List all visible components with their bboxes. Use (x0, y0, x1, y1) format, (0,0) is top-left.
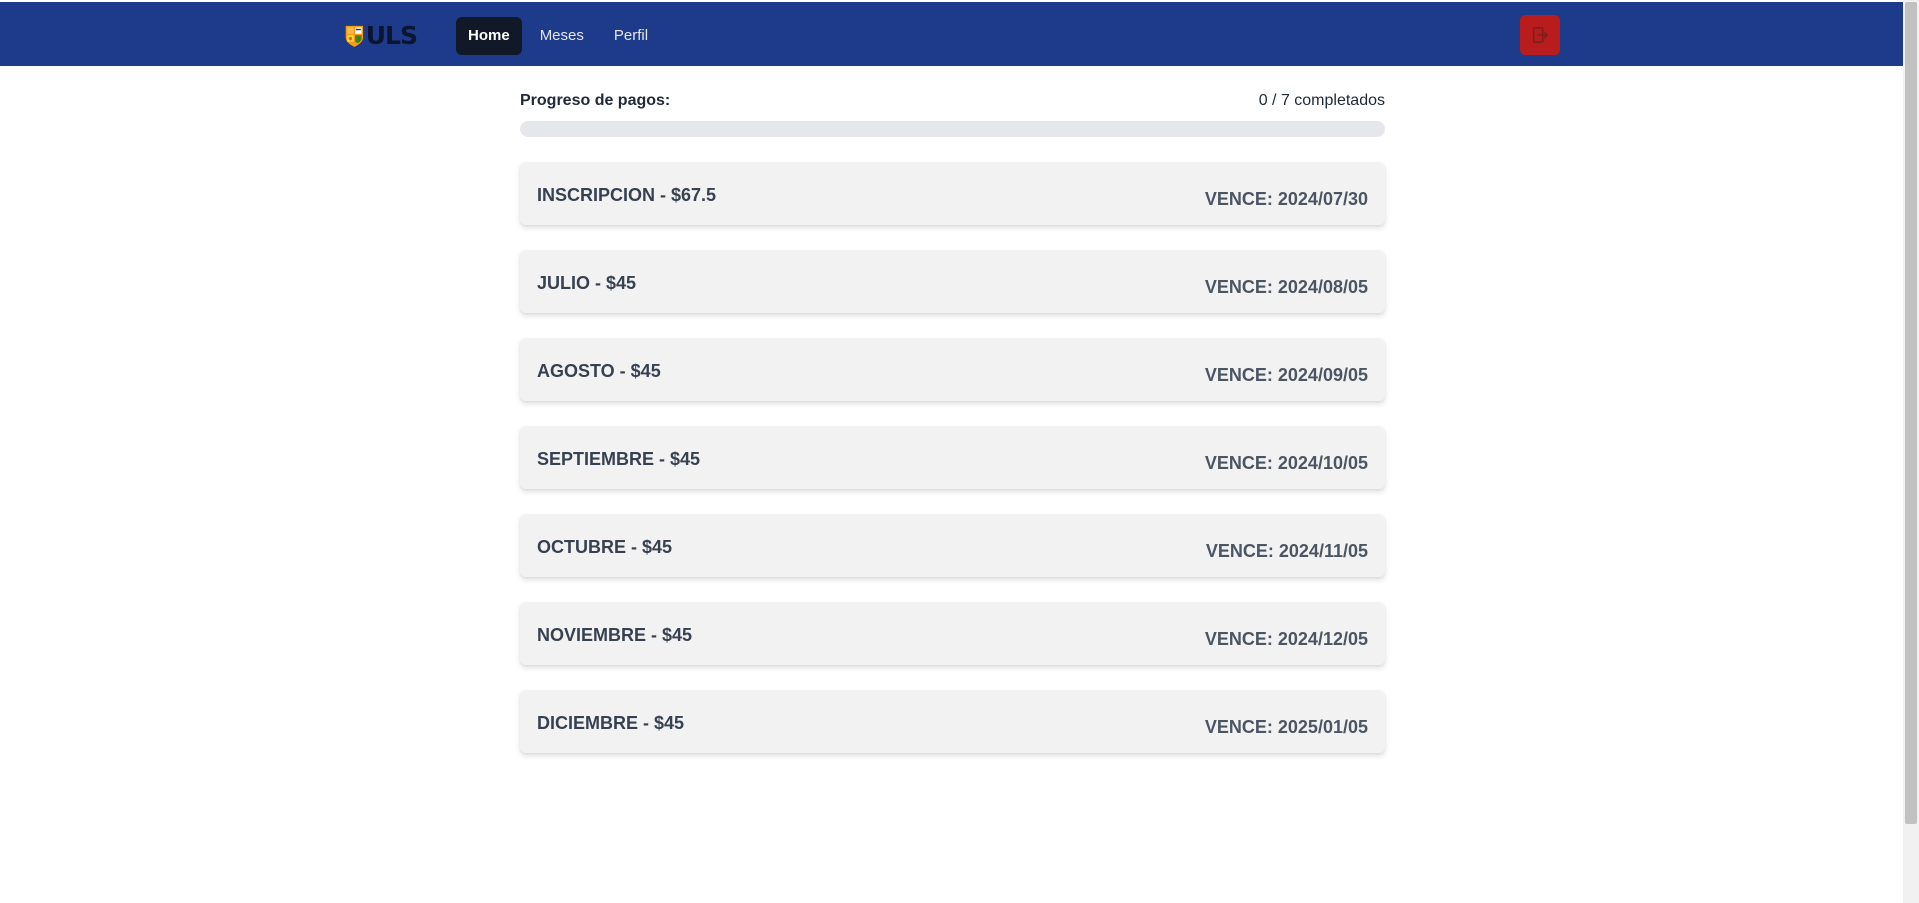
uls-logo[interactable]: ULS (345, 20, 418, 52)
logo-text: ULS (365, 21, 418, 50)
payment-card-octubre[interactable]: OCTUBRE - $45 VENCE: 2024/11/05 (520, 514, 1385, 577)
payment-card-inscripcion[interactable]: INSCRIPCION - $67.5 VENCE: 2024/07/30 (520, 162, 1385, 225)
payment-card-noviembre[interactable]: NOVIEMBRE - $45 VENCE: 2024/12/05 (520, 602, 1385, 665)
progress-bar (520, 121, 1385, 137)
nav-link-meses[interactable]: Meses (528, 17, 596, 55)
payment-card-diciembre[interactable]: DICIEMBRE - $45 VENCE: 2025/01/05 (520, 690, 1385, 753)
payment-due-date: VENCE: 2024/10/05 (1204, 453, 1368, 473)
scrollbar-thumb[interactable] (1905, 2, 1917, 824)
payment-title: OCTUBRE - $45 (537, 537, 673, 557)
progress-count: 0 / 7 completados (1258, 92, 1385, 109)
payments-list: INSCRIPCION - $67.5 VENCE: 2024/07/30 JU… (520, 162, 1385, 753)
payment-card-septiembre[interactable]: SEPTIEMBRE - $45 VENCE: 2024/10/05 (520, 426, 1385, 489)
payment-due-date: VENCE: 2024/09/05 (1204, 365, 1368, 385)
nav-link-home[interactable]: Home (456, 17, 522, 55)
payment-card-agosto[interactable]: AGOSTO - $45 VENCE: 2024/09/05 (520, 338, 1385, 401)
payment-title: INSCRIPCION - $67.5 (537, 185, 717, 205)
payment-card-julio[interactable]: JULIO - $45 VENCE: 2024/08/05 (520, 250, 1385, 313)
progress-header: Progreso de pagos: 0 / 7 completados (520, 90, 1385, 112)
top-navbar: ULS Home Meses Perfil (0, 2, 1903, 66)
logout-icon (1532, 26, 1549, 44)
payment-title: JULIO - $45 (537, 273, 637, 293)
payment-title: AGOSTO - $45 (537, 361, 661, 381)
nav-links: Home Meses Perfil (456, 17, 660, 55)
nav-link-perfil[interactable]: Perfil (602, 17, 660, 55)
page-scrollbar[interactable] (1903, 0, 1919, 903)
payment-title: NOVIEMBRE - $45 (537, 625, 693, 645)
payment-title: SEPTIEMBRE - $45 (537, 449, 701, 469)
payment-due-date: VENCE: 2024/11/05 (1205, 541, 1368, 561)
payment-title: DICIEMBRE - $45 (537, 713, 685, 733)
main-content: Progreso de pagos: 0 / 7 completados INS… (520, 90, 1385, 778)
logout-button[interactable] (1520, 15, 1560, 55)
shield-logo-icon (345, 25, 364, 47)
payment-due-date: VENCE: 2024/07/30 (1204, 189, 1368, 209)
payment-due-date: VENCE: 2024/12/05 (1204, 629, 1368, 649)
payment-due-date: VENCE: 2024/08/05 (1204, 277, 1368, 297)
payment-due-date: VENCE: 2025/01/05 (1204, 717, 1368, 737)
progress-label: Progreso de pagos: (520, 92, 671, 109)
